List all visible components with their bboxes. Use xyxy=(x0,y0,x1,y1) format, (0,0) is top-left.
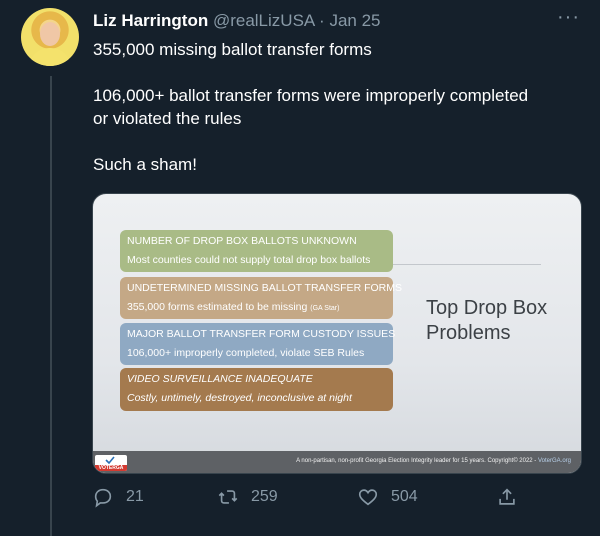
slide-box-title: MAJOR BALLOT TRANSFER FORM CUSTODY ISSUE… xyxy=(127,328,396,340)
retweet-button[interactable]: 259 xyxy=(217,482,278,512)
avatar-face xyxy=(40,22,60,46)
more-options-icon[interactable]: ··· xyxy=(557,6,580,28)
tweet-actions: 21 259 504 xyxy=(92,482,592,512)
slide-footer-text: A non-partisan, non-profit Georgia Elect… xyxy=(296,458,571,464)
slide-box: VIDEO SURVEILLANCE INADEQUATE Costly, un… xyxy=(120,368,393,411)
tweet-date[interactable]: Jan 25 xyxy=(329,11,380,30)
author-name[interactable]: Liz Harrington xyxy=(93,11,208,30)
reply-button[interactable]: 21 xyxy=(92,482,144,512)
avatar[interactable] xyxy=(21,8,79,66)
slide-box: UNDETERMINED MISSING BALLOT TRANSFER FOR… xyxy=(120,277,402,319)
voterga-logo: VOTERGA xyxy=(95,455,127,471)
retweet-icon xyxy=(218,490,238,504)
tweet-header: Liz Harrington @realLizUSA · Jan 25 ··· xyxy=(93,6,580,32)
share-icon xyxy=(499,488,515,505)
tweet-text-line: Such a sham! xyxy=(93,155,197,174)
tweet-text-line: 355,000 missing ballot transfer forms xyxy=(93,40,372,59)
slide-box-subtitle: 355,000 forms estimated to be missing (G… xyxy=(127,301,340,313)
slide-box: MAJOR BALLOT TRANSFER FORM CUSTODY ISSUE… xyxy=(120,323,396,365)
author-handle[interactable]: @realLizUSA xyxy=(213,11,314,30)
tweet-text: 355,000 missing ballot transfer forms 10… xyxy=(93,38,583,176)
share-button[interactable] xyxy=(496,482,518,512)
slide-box-subtitle: 106,000+ improperly completed, violate S… xyxy=(127,347,365,359)
reply-count: 21 xyxy=(126,488,144,505)
slide-box-subtitle: Most counties could not supply total dro… xyxy=(127,254,371,266)
avatar-shoulders xyxy=(29,48,71,66)
slide-box-title: UNDETERMINED MISSING BALLOT TRANSFER FOR… xyxy=(127,282,402,294)
slide-title: Top Drop Box Problems xyxy=(426,297,548,344)
slide-box-title: VIDEO SURVEILLANCE INADEQUATE xyxy=(127,373,313,385)
tweet-text-line: or violated the rules xyxy=(93,109,242,128)
tweet-image[interactable]: NUMBER OF DROP BOX BALLOTS UNKNOWN Most … xyxy=(92,193,582,474)
date-separator: · xyxy=(319,11,325,30)
slide-box-title: NUMBER OF DROP BOX BALLOTS UNKNOWN xyxy=(127,235,357,247)
thread-line xyxy=(50,76,52,536)
reply-icon xyxy=(94,488,112,508)
like-button[interactable]: 504 xyxy=(357,482,418,512)
slide-box: NUMBER OF DROP BOX BALLOTS UNKNOWN Most … xyxy=(120,230,393,272)
slide-divider xyxy=(391,264,541,265)
retweet-count: 259 xyxy=(251,488,278,505)
heart-icon xyxy=(358,489,378,506)
tweet-text-line: 106,000+ ballot transfer forms were impr… xyxy=(93,86,529,105)
like-count: 504 xyxy=(391,488,418,505)
slide-box-subtitle: Costly, untimely, destroyed, inconclusiv… xyxy=(127,392,352,404)
checkmark-icon xyxy=(105,456,115,464)
slide-footer: VOTERGA A non-partisan, non-profit Georg… xyxy=(93,451,581,473)
